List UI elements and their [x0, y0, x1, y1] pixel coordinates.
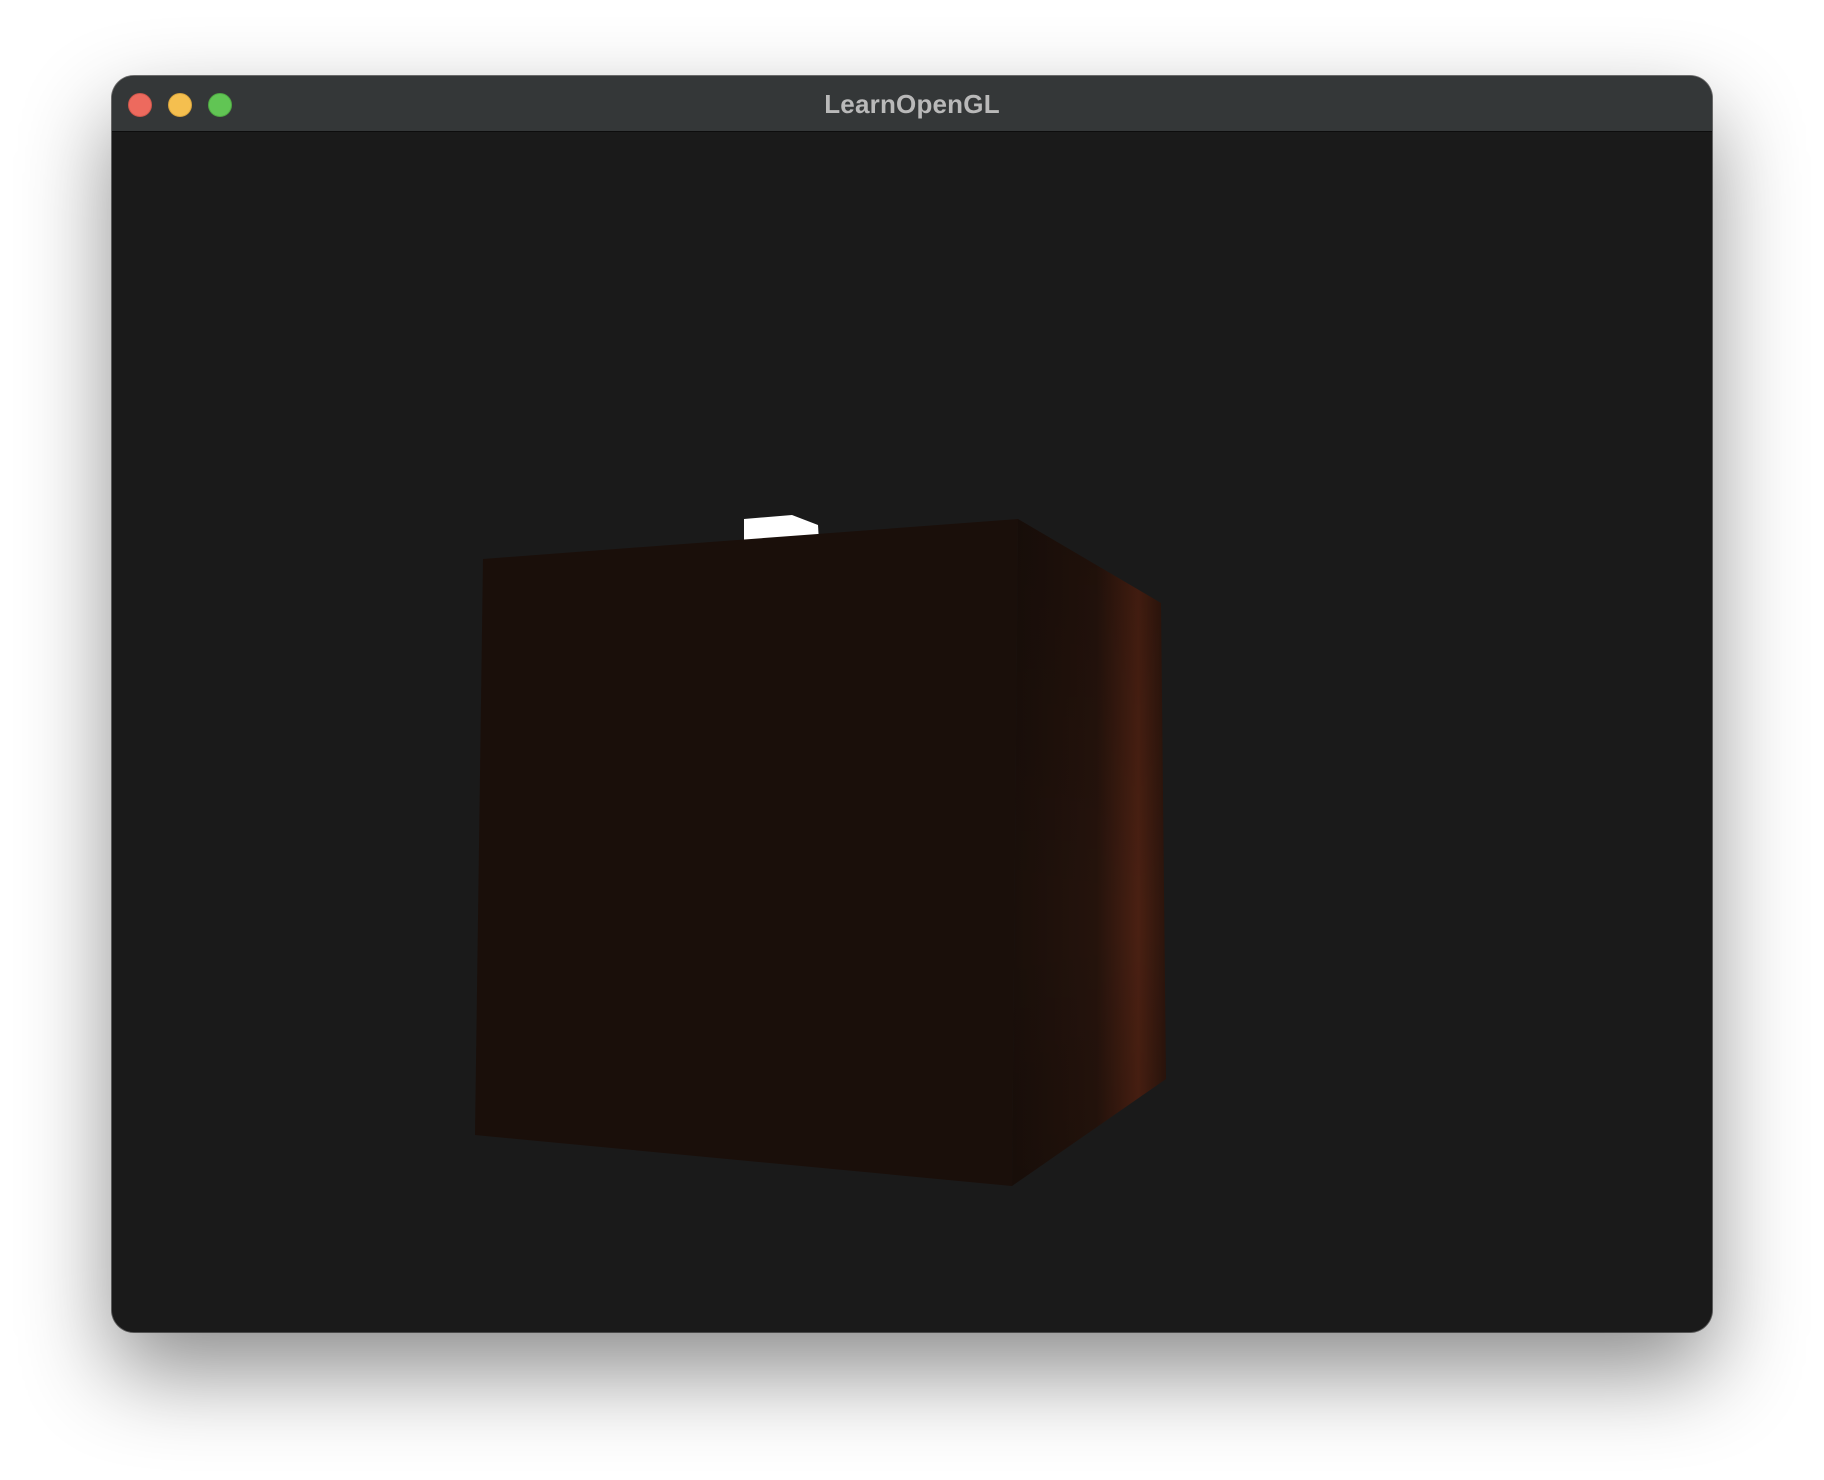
window-title: LearnOpenGL [824, 89, 1000, 119]
opengl-viewport[interactable] [112, 132, 1712, 1332]
title-bar[interactable]: LearnOpenGL [112, 76, 1712, 132]
cube-side-shade [1012, 519, 1166, 1186]
cube-front-face [475, 519, 1018, 1186]
app-window: LearnOpenGL [112, 76, 1712, 1332]
scene-canvas [475, 515, 1166, 1186]
